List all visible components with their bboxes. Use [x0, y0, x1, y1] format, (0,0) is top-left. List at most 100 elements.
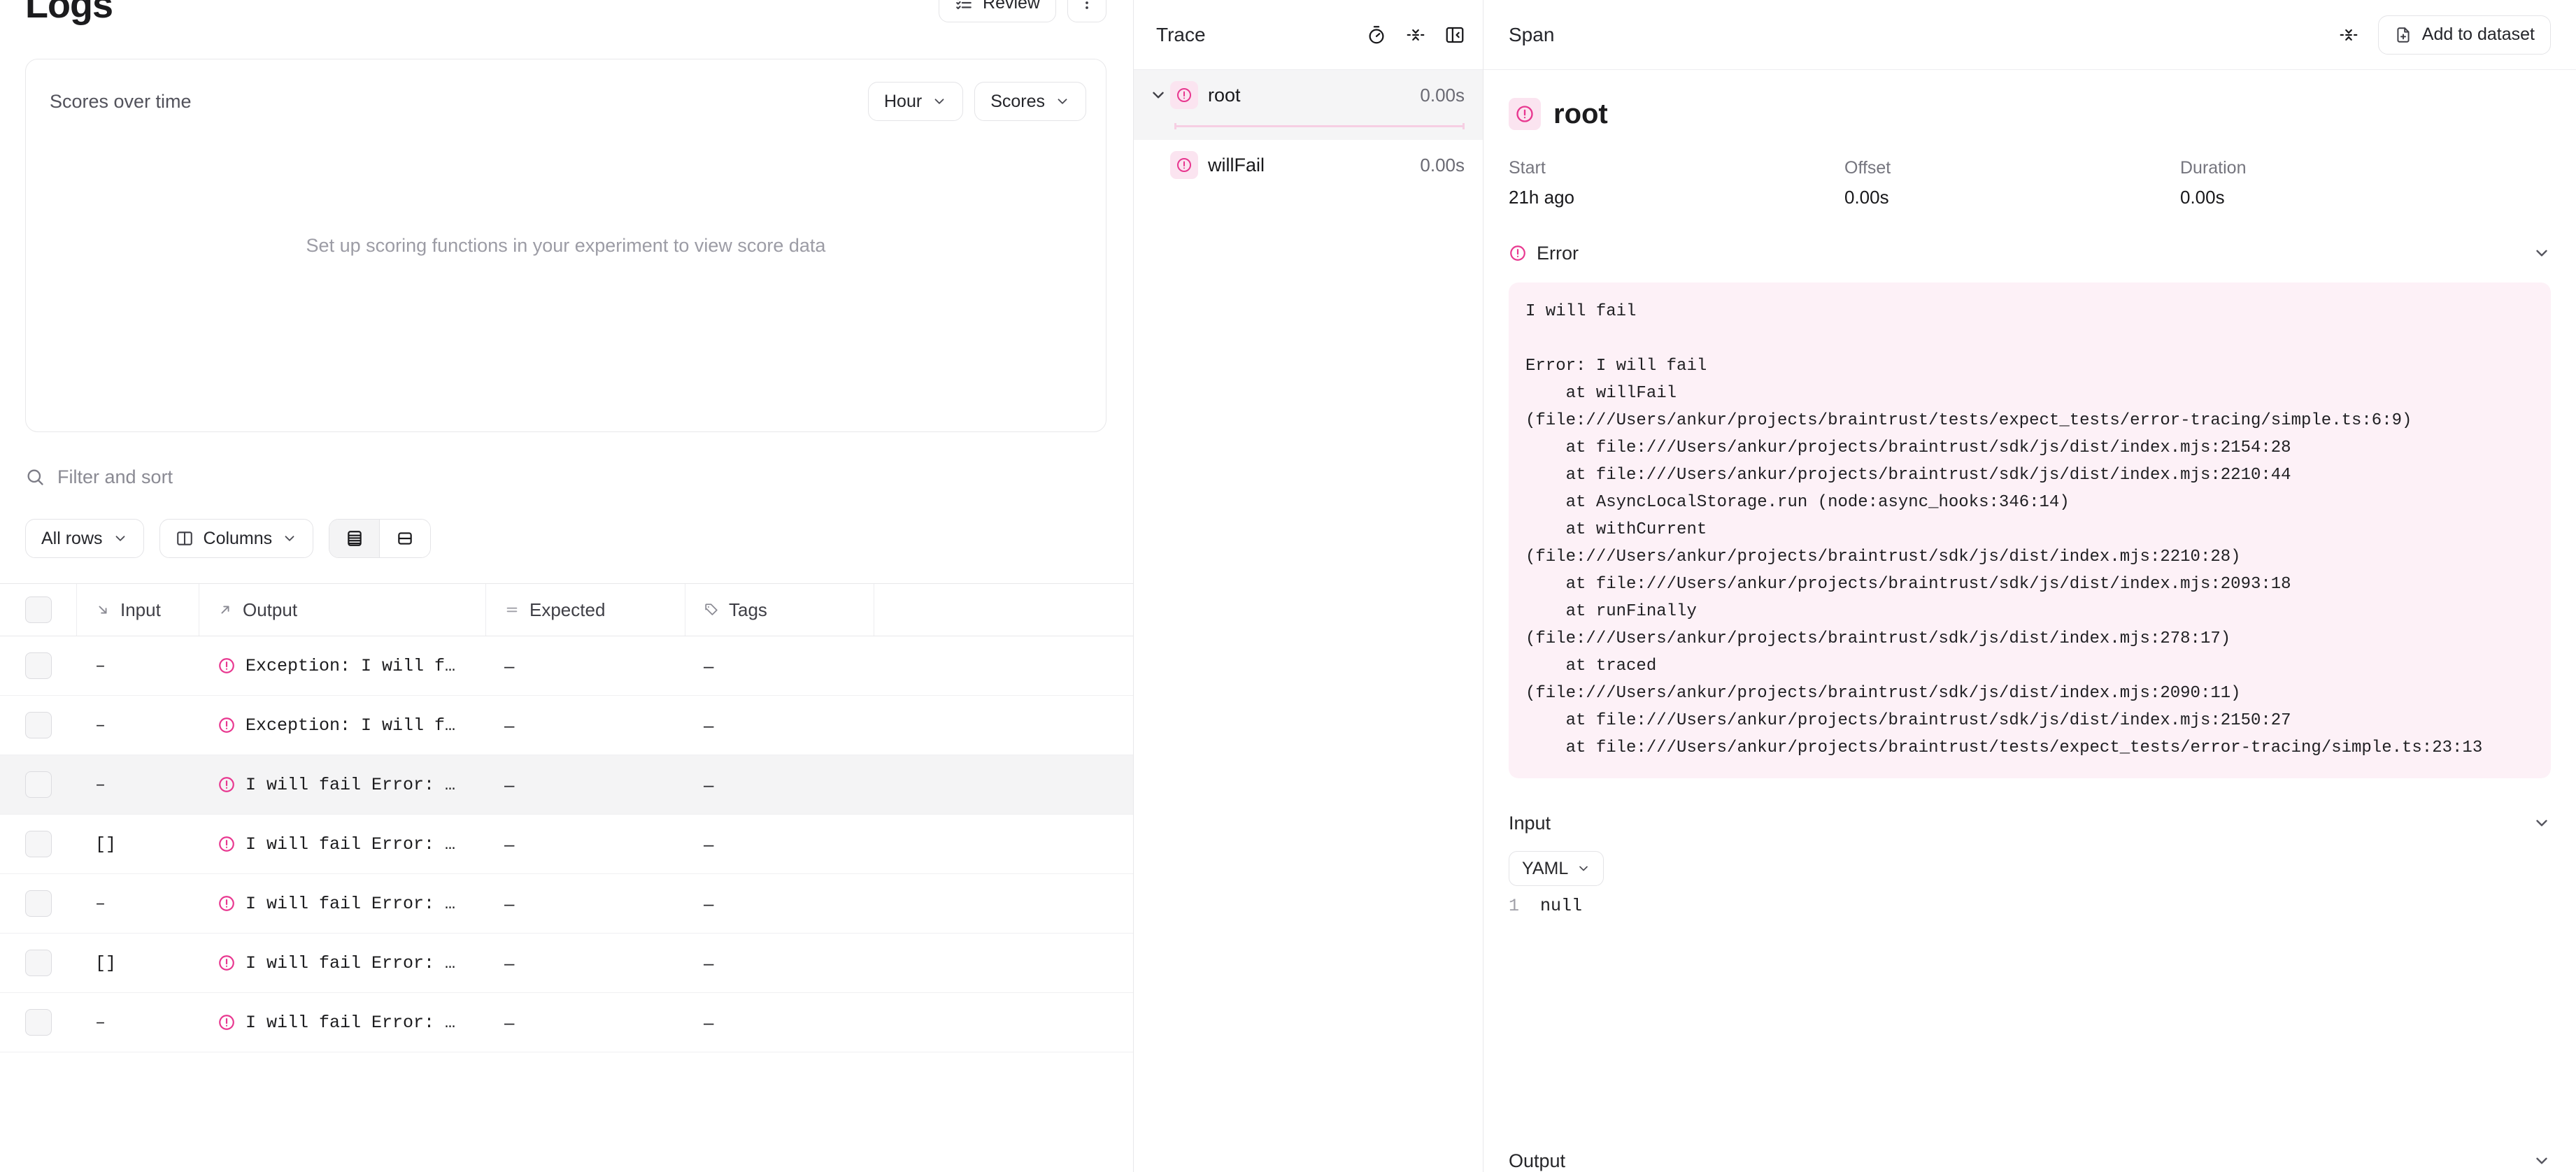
error-icon: [1509, 98, 1541, 130]
column-header-expected[interactable]: Expected: [486, 584, 685, 636]
span-name: root: [1553, 99, 1608, 130]
span-meta-offset: Offset 0.00s: [1844, 158, 2180, 208]
span-header-actions: Add to dataset: [2336, 15, 2551, 55]
output-section-title-group: Output: [1509, 1150, 1565, 1172]
cell-output: Exception: I will f…: [199, 656, 486, 676]
column-header-input[interactable]: Input: [77, 584, 199, 636]
meta-label: Start: [1509, 158, 1844, 178]
cell-tags: –: [685, 1012, 874, 1034]
select-all-checkbox[interactable]: [25, 596, 52, 623]
rows-filter-dropdown[interactable]: All rows: [25, 519, 144, 558]
row-checkbox[interactable]: [25, 890, 52, 917]
split-view-button[interactable]: [380, 520, 430, 557]
filter-and-sort-field[interactable]: [25, 466, 1108, 488]
chevron-down-icon[interactable]: [1146, 86, 1170, 104]
logs-header: Logs Review: [0, 0, 1133, 34]
span-meta-duration: Duration 0.00s: [2180, 158, 2516, 208]
trace-span-label: willFail: [1208, 155, 1265, 176]
cell-expected: –: [486, 715, 685, 736]
cell-expected: –: [486, 655, 685, 677]
table-header-row: Input Output Expected: [0, 583, 1133, 636]
error-section-header[interactable]: Error: [1483, 239, 2576, 267]
search-input[interactable]: [57, 466, 1108, 488]
span-detail-pane: Span Add to dataset root Sta: [1483, 0, 2576, 1172]
row-select-cell: [0, 890, 77, 917]
row-select-cell: [0, 950, 77, 976]
table-row[interactable]: – I will fail Error: … – –: [0, 874, 1133, 934]
kebab-menu-icon: [1079, 0, 1095, 11]
chevron-down-icon[interactable]: [2533, 244, 2551, 262]
scores-chart-card: Scores over time Hour Scores: [25, 59, 1106, 432]
collapse-vertical-icon[interactable]: [2336, 22, 2361, 48]
review-button-label: Review: [983, 0, 1040, 13]
row-checkbox[interactable]: [25, 771, 52, 798]
collapse-vertical-icon[interactable]: [1403, 22, 1428, 48]
table-rows-view-button[interactable]: [329, 520, 380, 557]
header-actions: Review: [939, 0, 1106, 22]
meta-label: Duration: [2180, 158, 2516, 178]
cell-output-text: Exception: I will f…: [245, 715, 455, 736]
span-meta-row: Start 21h ago Offset 0.00s Duration 0.00…: [1483, 130, 2576, 208]
error-icon: [218, 835, 236, 853]
meta-label: Offset: [1844, 158, 2180, 178]
columns-button[interactable]: Columns: [159, 519, 314, 558]
row-select-cell: [0, 771, 77, 798]
input-section-header[interactable]: Input: [1483, 809, 2576, 837]
select-all-header: [0, 584, 77, 636]
row-checkbox[interactable]: [25, 712, 52, 738]
table-row[interactable]: [] I will fail Error: … – –: [0, 934, 1133, 993]
table-body: – Exception: I will f… – – – Exception: …: [0, 636, 1133, 1052]
table-row[interactable]: – I will fail Error: … – –: [0, 993, 1133, 1052]
table-row[interactable]: [] I will fail Error: … – –: [0, 815, 1133, 874]
page-title: Logs: [25, 0, 113, 21]
column-header-output[interactable]: Output: [199, 584, 486, 636]
cell-input: –: [77, 715, 199, 736]
cell-expected: –: [486, 893, 685, 915]
error-icon: [218, 776, 236, 794]
span-detail-header: Span Add to dataset: [1483, 0, 2576, 70]
trace-title: Trace: [1156, 24, 1206, 46]
trace-span-willfail[interactable]: willFail 0.00s: [1134, 140, 1483, 190]
column-header-tags[interactable]: Tags: [685, 584, 874, 636]
error-icon: [218, 954, 236, 972]
cell-output: I will fail Error: …: [199, 953, 486, 973]
stopwatch-icon[interactable]: [1364, 22, 1389, 48]
span-heading: root: [1483, 70, 2576, 130]
more-options-button[interactable]: [1067, 0, 1106, 22]
cell-expected: –: [486, 834, 685, 855]
error-icon: [1509, 244, 1527, 262]
cell-tags: –: [685, 893, 874, 915]
span-panel-title: Span: [1509, 24, 1554, 46]
filter-row: [25, 460, 1108, 494]
checklist-icon: [955, 0, 973, 12]
input-format-value: YAML: [1522, 859, 1568, 879]
chevron-down-icon[interactable]: [2533, 814, 2551, 832]
input-format-dropdown[interactable]: YAML: [1509, 851, 1604, 886]
row-checkbox[interactable]: [25, 950, 52, 976]
cell-tags: –: [685, 715, 874, 736]
cell-input: –: [77, 656, 199, 676]
row-checkbox[interactable]: [25, 831, 52, 857]
file-plus-icon: [2394, 26, 2412, 44]
output-section-header[interactable]: Output: [1483, 1147, 2576, 1172]
meta-value: 0.00s: [2180, 187, 2516, 208]
row-checkbox[interactable]: [25, 652, 52, 679]
add-to-dataset-button[interactable]: Add to dataset: [2378, 15, 2551, 55]
error-stack-trace: I will fail Error: I will fail at willFa…: [1509, 283, 2551, 778]
cell-input: –: [77, 894, 199, 914]
row-select-cell: [0, 831, 77, 857]
output-section-label: Output: [1509, 1150, 1565, 1172]
table-row[interactable]: – I will fail Error: … – –: [0, 755, 1133, 815]
table-row[interactable]: – Exception: I will f… – –: [0, 636, 1133, 696]
table-row[interactable]: – Exception: I will f… – –: [0, 696, 1133, 755]
row-checkbox[interactable]: [25, 1009, 52, 1036]
error-icon: [1170, 81, 1198, 109]
equals-icon: [504, 602, 520, 617]
row-select-cell: [0, 652, 77, 679]
trace-span-list: root 0.00s willFail 0.00s: [1134, 70, 1483, 190]
error-section-label: Error: [1537, 243, 1579, 264]
review-button[interactable]: Review: [939, 0, 1056, 22]
trace-span-root[interactable]: root 0.00s: [1134, 70, 1483, 120]
panel-collapse-icon[interactable]: [1442, 22, 1467, 48]
chevron-down-icon[interactable]: [2533, 1152, 2551, 1170]
